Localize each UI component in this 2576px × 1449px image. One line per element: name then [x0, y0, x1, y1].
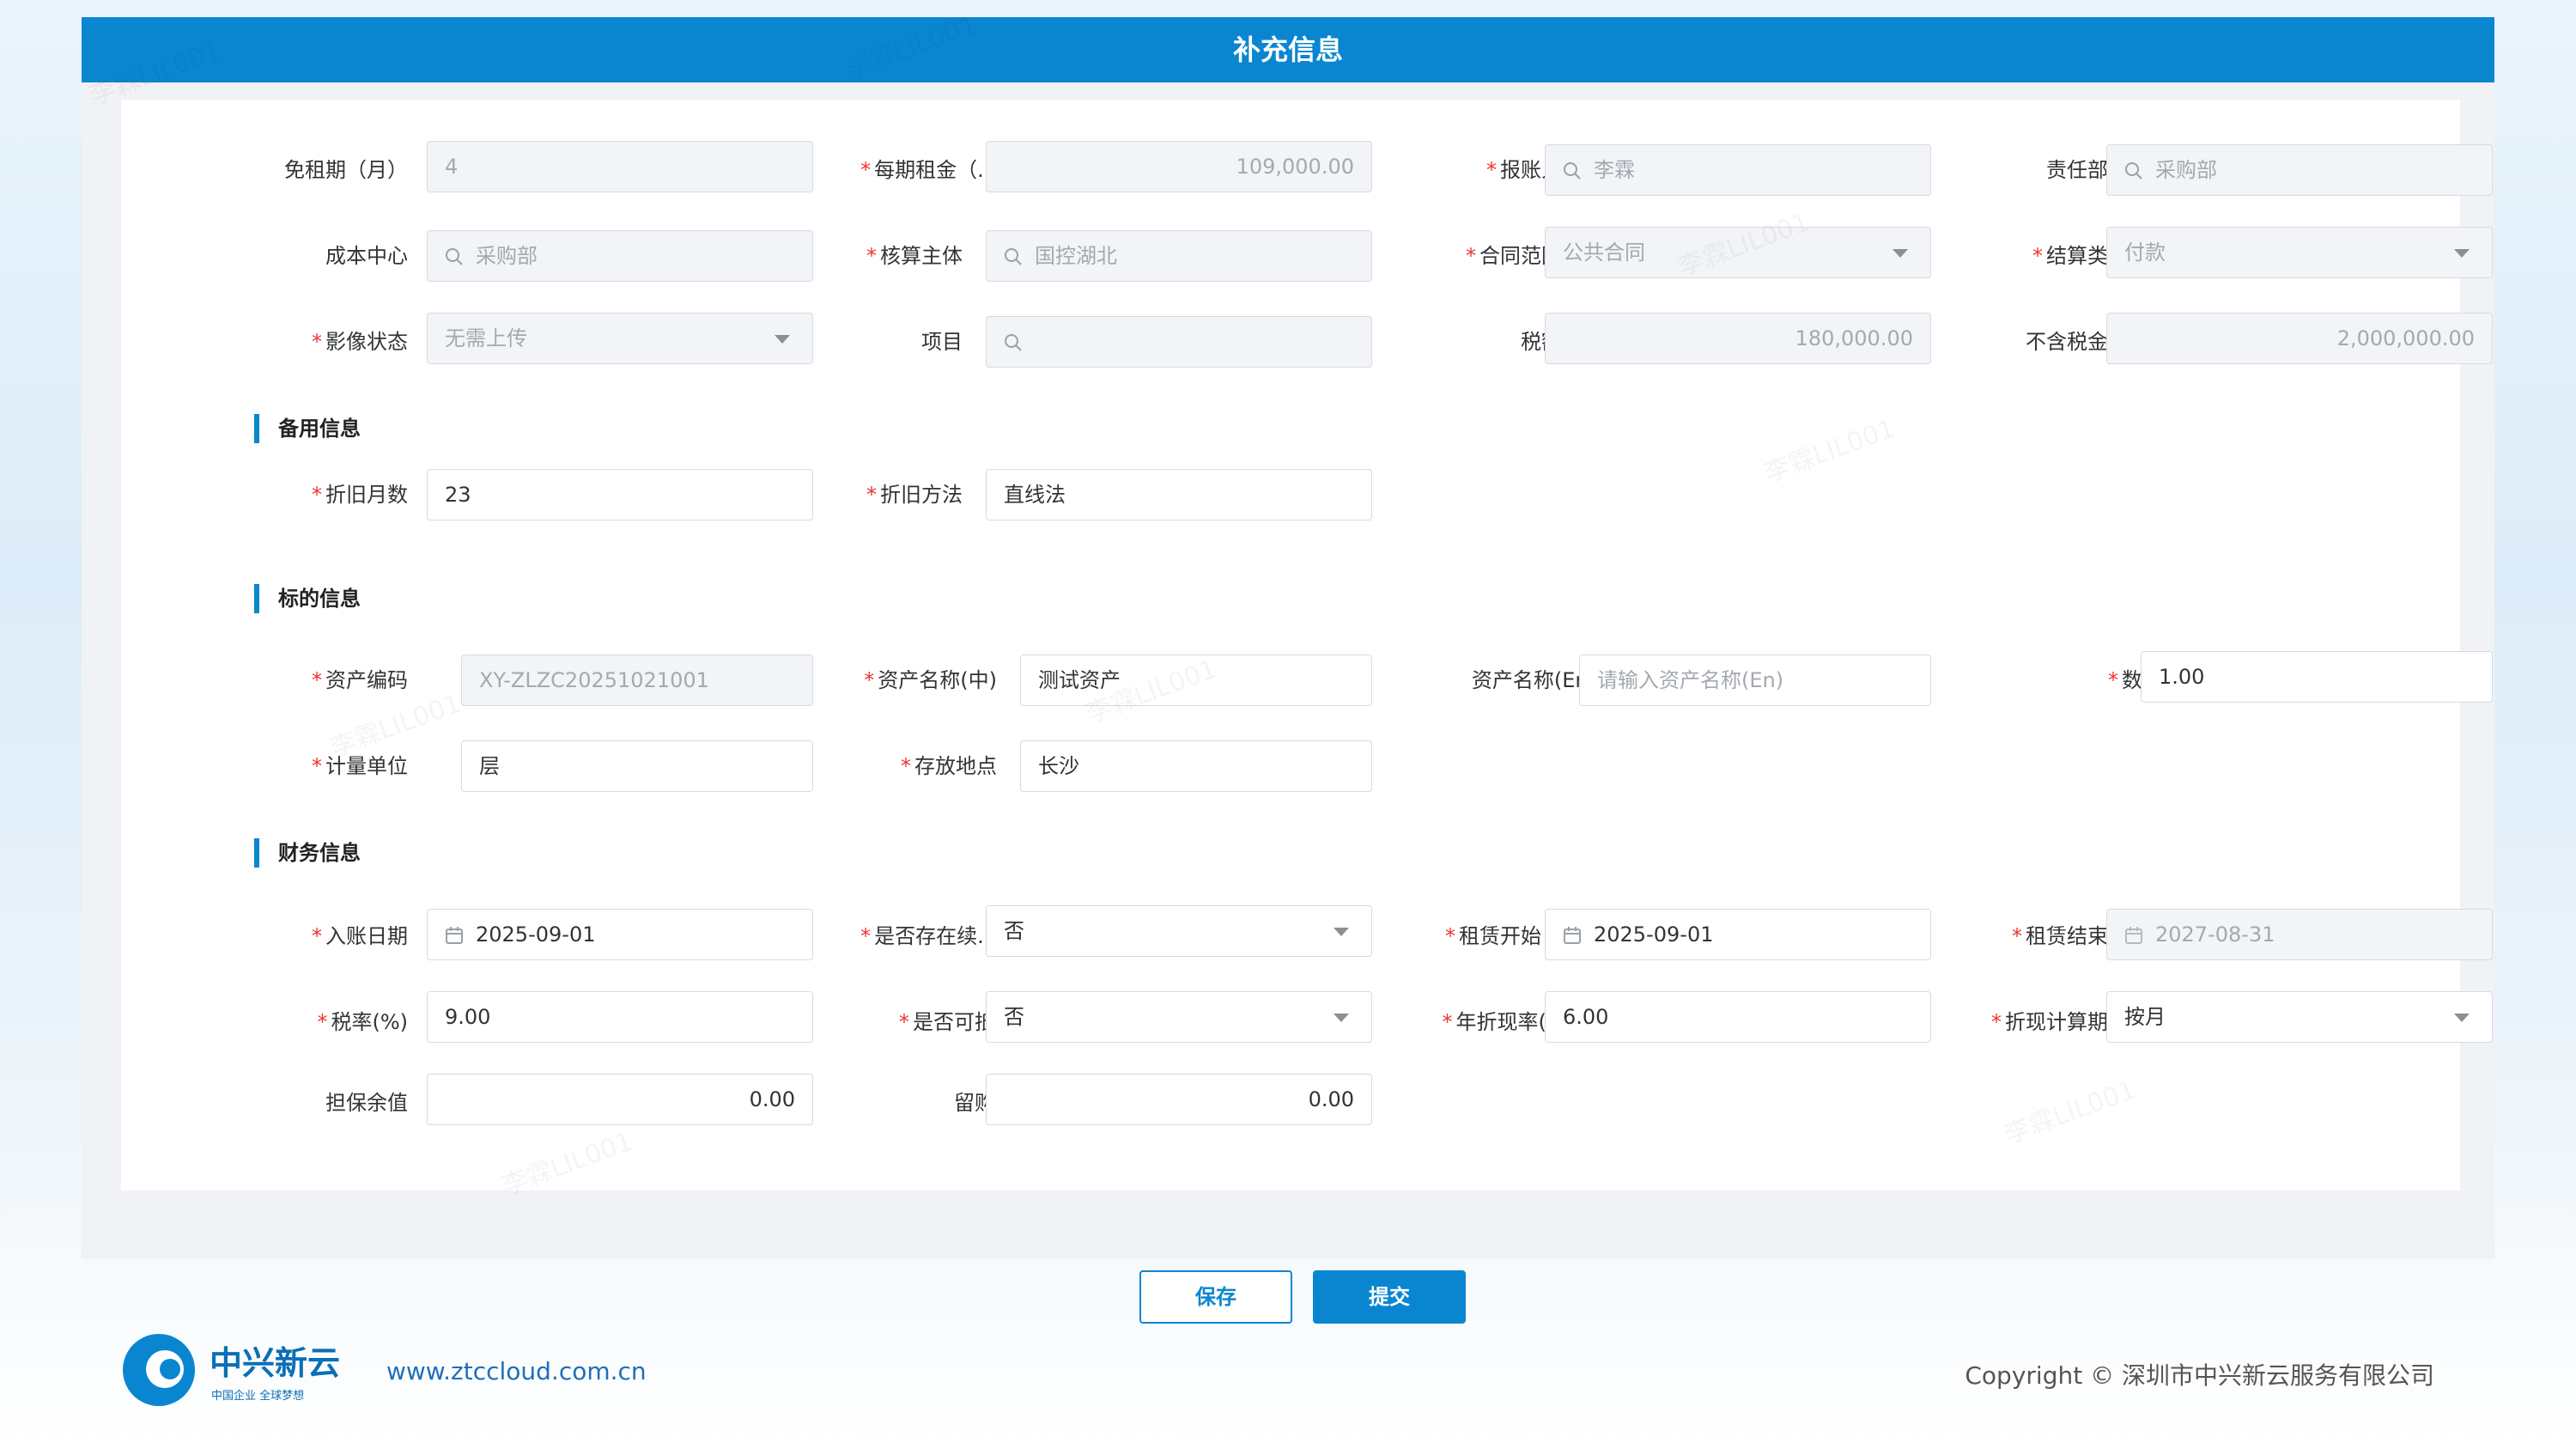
lease-start-picker[interactable]: 2025-09-01	[1545, 909, 1931, 960]
unit-label: * 计量单位	[312, 754, 408, 778]
chevron-down-icon	[775, 335, 790, 344]
dialog-title: 补充信息	[82, 17, 2494, 82]
depr-months-input[interactable]: 23	[427, 469, 813, 521]
settle-type-select[interactable]: 付款	[2106, 227, 2493, 278]
depr-months-label: * 折旧月数	[312, 483, 408, 507]
quantity-input[interactable]: 1.00	[2141, 651, 2493, 703]
buyback-price-input[interactable]: 0.00	[986, 1074, 1372, 1125]
asset-name-en-input[interactable]: 请输入资产名称(En)	[1579, 654, 1931, 706]
asset-code-field[interactable]: XY-ZLZC20251021001	[461, 654, 813, 706]
accounting-entity-label: * 核算主体	[866, 244, 963, 268]
settle-type-label: * 结算类型	[2032, 244, 2129, 268]
chevron-down-icon	[1334, 928, 1349, 936]
unit-input[interactable]: 层	[461, 740, 813, 792]
search-icon	[1005, 334, 1022, 351]
asset-name-cn-label: * 资产名称(中)	[864, 668, 997, 692]
logo-slogan: 中国企业 全球梦想	[211, 1390, 305, 1403]
cloud-logo-icon	[123, 1334, 195, 1406]
accounting-entity-field[interactable]: 国控湖北	[986, 230, 1372, 282]
cost-center-field[interactable]: 采购部	[427, 230, 813, 282]
tax-rate-label: * 税率(%)	[317, 1010, 408, 1034]
dept-label: 责任部门	[2046, 158, 2129, 182]
calendar-icon	[2125, 927, 2142, 944]
depr-method-label: * 折旧方法	[866, 483, 963, 507]
supplement-dialog: 补充信息 免租期（月） 4 * 每期租金（... 109,000.00 * 报账人 …	[82, 17, 2494, 1259]
company-logo: 中兴新云 中国企业 全球梦想	[120, 1331, 343, 1413]
search-icon	[446, 248, 463, 265]
quantity-label: *数量	[2108, 668, 2163, 692]
calendar-icon	[446, 927, 463, 944]
cost-center-label: 成本中心	[325, 244, 408, 268]
rent-per-period-label: * 每期租金（...	[860, 158, 997, 182]
chevron-down-icon	[2454, 249, 2470, 258]
tax-rate-input[interactable]: 9.00	[427, 991, 813, 1043]
save-button[interactable]: 保存	[1139, 1270, 1292, 1324]
search-icon	[1564, 162, 1581, 180]
dept-field[interactable]: 采购部	[2106, 144, 2493, 196]
contract-scope-label: * 合同范围	[1466, 244, 1562, 268]
tax-amount-field[interactable]: 180,000.00	[1545, 313, 1931, 364]
form-card: 免租期（月） 4 * 每期租金（... 109,000.00 * 报账人 李霖 责任…	[121, 100, 2493, 1190]
search-icon	[2125, 162, 2142, 180]
excl-tax-amount-label: 不含税金额	[2026, 330, 2129, 354]
discount-rate-input[interactable]: 6.00	[1545, 991, 1931, 1043]
tax-amount-label: 税额	[1521, 330, 1562, 354]
footer-url-link[interactable]: www.ztccloud.com.cn	[386, 1357, 647, 1385]
asset-name-en-label: 资产名称(En)	[1471, 668, 1596, 692]
reporter-label: * 报账人	[1486, 158, 1562, 182]
search-icon	[1005, 248, 1022, 265]
entry-date-picker[interactable]: 2025-09-01	[427, 909, 813, 960]
depr-method-input[interactable]: 直线法	[986, 469, 1372, 521]
rent-per-period-field[interactable]: 109,000.00	[986, 141, 1372, 192]
section-backup-title: 备用信息	[254, 414, 361, 443]
discount-period-label: * 折现计算期间	[1991, 1010, 2129, 1034]
residual-value-label: 担保余值	[325, 1091, 408, 1115]
lease-end-picker[interactable]: 2027-08-31	[2106, 909, 2493, 960]
asset-code-label: * 资产编码	[312, 668, 408, 692]
lease-start-label: * 租赁开始日	[1445, 924, 1562, 948]
discount-period-select[interactable]: 按月	[2106, 991, 2493, 1043]
chevron-down-icon	[2454, 1014, 2470, 1022]
section-target-title: 标的信息	[254, 584, 361, 613]
logo-text: 中兴新云	[210, 1344, 341, 1382]
chevron-down-icon	[1334, 1014, 1349, 1022]
location-input[interactable]: 长沙	[1020, 740, 1372, 792]
image-status-label: * 影像状态	[312, 330, 408, 354]
image-status-select[interactable]: 无需上传	[427, 313, 813, 364]
asset-name-cn-input[interactable]: 测试资产	[1020, 654, 1372, 706]
excl-tax-amount-field[interactable]: 2,000,000.00	[2106, 313, 2493, 364]
footer-copyright: Copyright © 深圳市中兴新云服务有限公司	[1965, 1361, 2434, 1390]
rent-free-field[interactable]: 4	[427, 141, 813, 192]
location-label: * 存放地点	[901, 754, 997, 778]
calendar-icon	[1564, 927, 1581, 944]
rent-free-label: 免租期（月）	[284, 158, 408, 182]
project-field[interactable]	[986, 316, 1372, 368]
residual-value-input[interactable]: 0.00	[427, 1074, 813, 1125]
deductible-select[interactable]: 否	[986, 991, 1372, 1043]
reporter-field[interactable]: 李霖	[1545, 144, 1931, 196]
lease-end-label: * 租赁结束日	[2012, 924, 2129, 948]
submit-button[interactable]: 提交	[1313, 1270, 1466, 1324]
project-label: 项目	[921, 330, 963, 354]
renewal-label: * 是否存在续...	[860, 924, 997, 948]
renewal-select[interactable]: 否	[986, 905, 1372, 957]
contract-scope-select[interactable]: 公共合同	[1545, 227, 1931, 278]
chevron-down-icon	[1893, 249, 1908, 258]
entry-date-label: * 入账日期	[312, 924, 408, 948]
section-finance-title: 财务信息	[254, 838, 361, 868]
